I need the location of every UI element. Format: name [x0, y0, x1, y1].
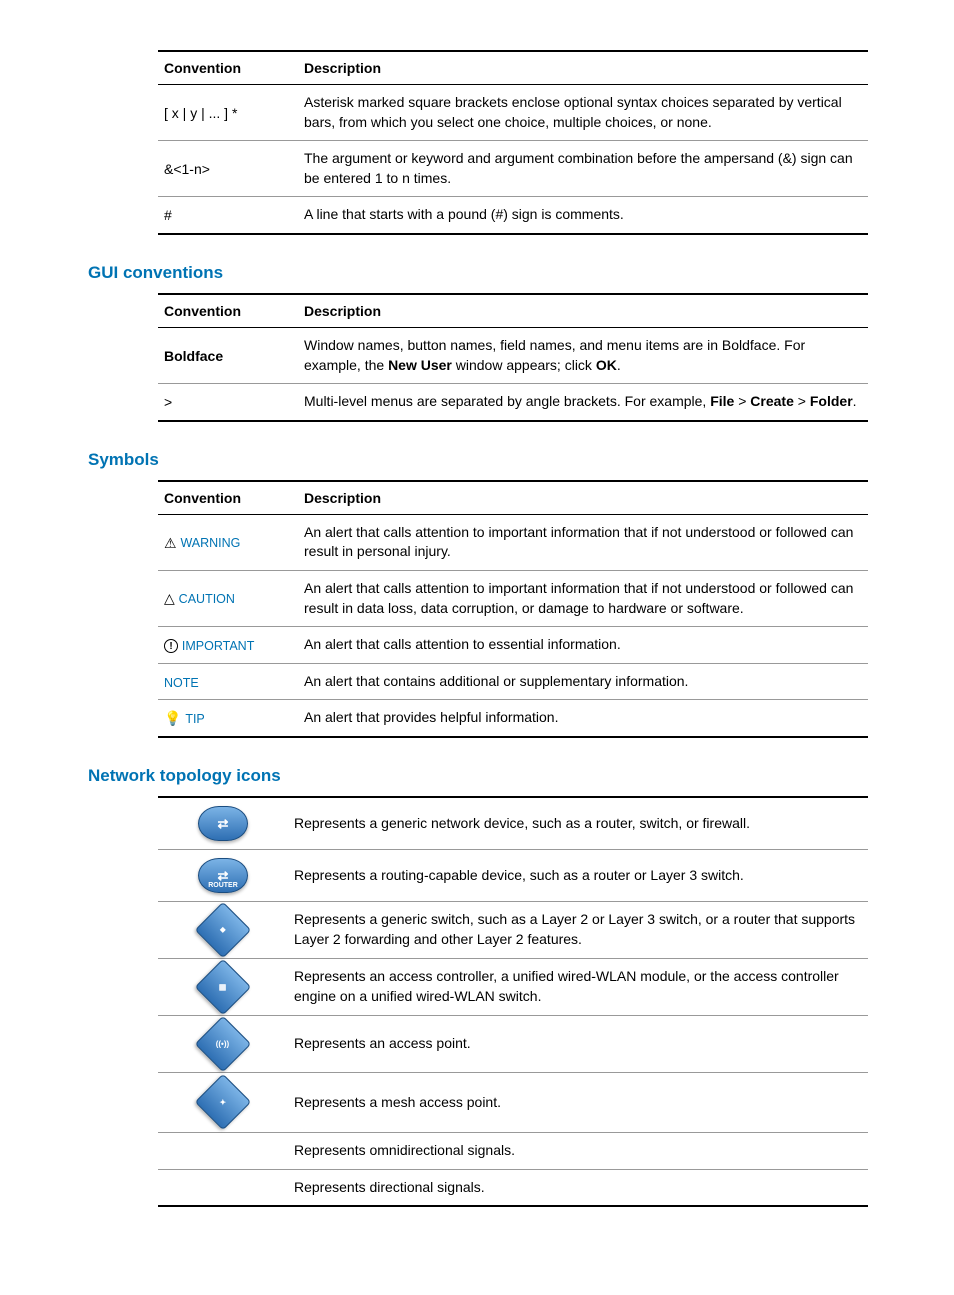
icon-cell: ((•)) [158, 1015, 288, 1072]
col-description: Description [298, 51, 868, 85]
icon-cell [158, 1132, 288, 1169]
caution-label: CAUTION [179, 592, 235, 606]
convention-cell: [ x | y | ... ] * [158, 85, 298, 141]
icon-cell: ✦ [158, 1072, 288, 1132]
col-description: Description [298, 294, 868, 328]
description-cell: Represents a generic switch, such as a L… [288, 901, 868, 958]
convention-cell: > [158, 384, 298, 421]
col-description: Description [298, 481, 868, 515]
table-row: ▦ Represents an access controller, a uni… [158, 958, 868, 1015]
tip-label: TIP [185, 712, 204, 726]
bold-text: Create [750, 393, 794, 409]
mesh-ap-icon: ✦ [195, 1074, 252, 1131]
important-circle-icon: ! [164, 639, 178, 653]
icon-cell: ▦ [158, 958, 288, 1015]
description-cell: A line that starts with a pound (#) sign… [298, 197, 868, 234]
access-point-icon: ((•)) [195, 1016, 252, 1073]
convention-cell: &<1-n> [158, 141, 298, 197]
gui-conventions-table: Convention Description Boldface Window n… [158, 293, 868, 422]
convention-cell: Boldface [158, 327, 298, 383]
description-cell: An alert that calls attention to importa… [298, 514, 868, 570]
convention-cell: 💡 TIP [158, 700, 298, 737]
table-row: △ CAUTION An alert that calls attention … [158, 570, 868, 626]
note-label: NOTE [164, 676, 199, 690]
table-row: Boldface Window names, button names, fie… [158, 327, 868, 383]
description-cell: An alert that calls attention to importa… [298, 570, 868, 626]
bold-text: OK [596, 357, 617, 373]
col-convention: Convention [158, 51, 298, 85]
text-span: Multi-level menus are separated by angle… [304, 393, 710, 409]
description-cell: Window names, button names, field names,… [298, 327, 868, 383]
text-span: . [617, 357, 621, 373]
table-row: > Multi-level menus are separated by ang… [158, 384, 868, 421]
symbols-table: Convention Description ⚠ WARNING An aler… [158, 480, 868, 738]
description-cell: The argument or keyword and argument com… [298, 141, 868, 197]
table-row: ✦ Represents a mesh access point. [158, 1072, 868, 1132]
icon-cell [158, 1169, 288, 1206]
conventions-table-1: Convention Description [ x | y | ... ] *… [158, 50, 868, 235]
col-convention: Convention [158, 481, 298, 515]
table-row: ⬥ Represents a generic switch, such as a… [158, 901, 868, 958]
network-icons-heading: Network topology icons [88, 766, 866, 786]
text-span: > [794, 393, 810, 409]
description-cell: Represents omnidirectional signals. [288, 1132, 868, 1169]
text-span: window appears; click [452, 357, 596, 373]
important-label: IMPORTANT [182, 639, 254, 653]
table-row: NOTE An alert that contains additional o… [158, 663, 868, 700]
table-row: ! IMPORTANT An alert that calls attentio… [158, 627, 868, 664]
switch-icon: ⬥ [195, 902, 252, 959]
table-row: ⇄ Represents a generic network device, s… [158, 797, 868, 850]
gui-conventions-heading: GUI conventions [88, 263, 866, 283]
table-row: 💡 TIP An alert that provides helpful inf… [158, 700, 868, 737]
description-cell: An alert that provides helpful informati… [298, 700, 868, 737]
col-convention: Convention [158, 294, 298, 328]
icon-cell: ⇄ROUTER [158, 849, 288, 901]
bold-text: File [710, 393, 734, 409]
description-cell: Represents directional signals. [288, 1169, 868, 1206]
description-cell: An alert that contains additional or sup… [298, 663, 868, 700]
bold-text: New User [388, 357, 452, 373]
tip-bulb-icon: 💡 [164, 710, 181, 727]
convention-cell: NOTE [158, 663, 298, 700]
caution-triangle-icon: △ [164, 590, 175, 607]
convention-cell: ! IMPORTANT [158, 627, 298, 664]
symbols-heading: Symbols [88, 450, 866, 470]
table-row: Represents omnidirectional signals. [158, 1132, 868, 1169]
icon-cell: ⇄ [158, 797, 288, 850]
description-cell: Represents a generic network device, suc… [288, 797, 868, 850]
network-icons-table: ⇄ Represents a generic network device, s… [158, 796, 868, 1207]
description-cell: An alert that calls attention to essenti… [298, 627, 868, 664]
router-icon: ⇄ROUTER [198, 858, 248, 893]
warning-label: WARNING [180, 536, 240, 550]
description-cell: Asterisk marked square brackets enclose … [298, 85, 868, 141]
table-row: &<1-n> The argument or keyword and argum… [158, 141, 868, 197]
warning-triangle-icon: ⚠ [164, 535, 177, 552]
access-controller-icon: ▦ [195, 959, 252, 1016]
description-cell: Represents a mesh access point. [288, 1072, 868, 1132]
table-row: ((•)) Represents an access point. [158, 1015, 868, 1072]
table-row: Represents directional signals. [158, 1169, 868, 1206]
table-row: ⇄ROUTER Represents a routing-capable dev… [158, 849, 868, 901]
icon-cell: ⬥ [158, 901, 288, 958]
table-row: [ x | y | ... ] * Asterisk marked square… [158, 85, 868, 141]
table-row: # A line that starts with a pound (#) si… [158, 197, 868, 234]
table-row: ⚠ WARNING An alert that calls attention … [158, 514, 868, 570]
description-cell: Represents an access controller, a unifi… [288, 958, 868, 1015]
text-span: > [734, 393, 750, 409]
text-span: . [853, 393, 857, 409]
description-cell: Represents a routing-capable device, suc… [288, 849, 868, 901]
generic-device-icon: ⇄ [198, 806, 248, 841]
description-cell: Represents an access point. [288, 1015, 868, 1072]
description-cell: Multi-level menus are separated by angle… [298, 384, 868, 421]
convention-cell: # [158, 197, 298, 234]
bold-text: Folder [810, 393, 853, 409]
convention-cell: △ CAUTION [158, 570, 298, 626]
convention-cell: ⚠ WARNING [158, 514, 298, 570]
